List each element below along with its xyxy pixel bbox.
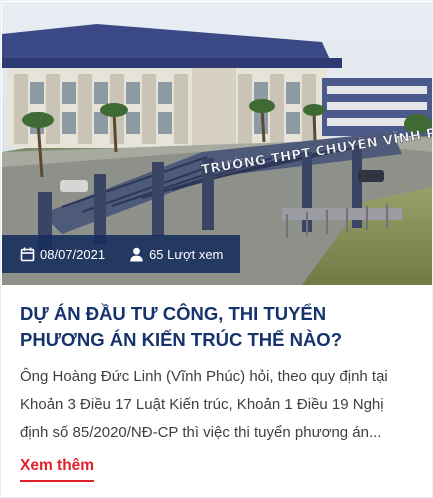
calendar-icon bbox=[20, 247, 35, 262]
user-icon bbox=[129, 247, 144, 262]
article-title[interactable]: DỰ ÁN ĐẦU TƯ CÔNG, THI TUYỂN PHƯƠNG ÁN K… bbox=[20, 301, 415, 353]
article-excerpt: Ông Hoàng Đức Linh (Vĩnh Phúc) hỏi, theo… bbox=[20, 368, 388, 441]
view-count: 65 Lượt xem bbox=[129, 247, 223, 262]
meta-bar: 08/07/2021 65 Lượt xem bbox=[2, 235, 240, 273]
post-date: 08/07/2021 bbox=[20, 247, 105, 262]
post-date-text: 08/07/2021 bbox=[40, 246, 106, 262]
article-thumbnail[interactable]: TRƯỜNG THPT CHUYÊN VĨNH PHÚC 08/07/2021 bbox=[2, 2, 432, 285]
view-count-text: 65 Lượt xem bbox=[149, 246, 224, 262]
read-more-link[interactable]: Xem thêm bbox=[20, 457, 95, 482]
news-card[interactable]: TRƯỜNG THPT CHUYÊN VĨNH PHÚC 08/07/2021 bbox=[0, 0, 433, 498]
